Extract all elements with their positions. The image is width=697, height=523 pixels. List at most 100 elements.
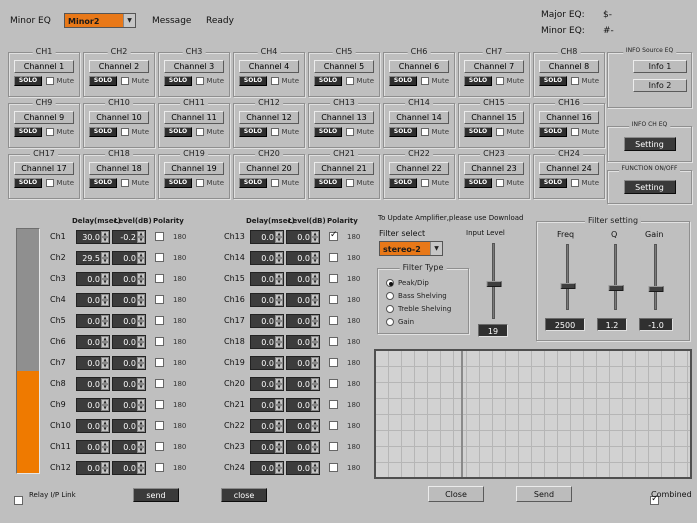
solo-button[interactable]: SOLO: [539, 178, 567, 188]
level-spinner[interactable]: 0.0▲▼: [286, 398, 320, 412]
polarity-checkbox[interactable]: [329, 379, 338, 388]
spinner-down-icon[interactable]: ▼: [101, 321, 109, 327]
polarity-checkbox[interactable]: [329, 253, 338, 262]
polarity-checkbox[interactable]: [155, 274, 164, 283]
level-spinner[interactable]: 0.0▲▼: [112, 419, 146, 433]
mute-checkbox[interactable]: [46, 179, 54, 187]
channel-button[interactable]: Channel 18: [89, 162, 149, 175]
level-spinner[interactable]: 0.0▲▼: [112, 251, 146, 265]
freq-slider[interactable]: [566, 244, 569, 310]
delay-spinner[interactable]: 0.0▲▼: [250, 440, 284, 454]
delay-spinner[interactable]: 29.5▲▼: [76, 251, 110, 265]
delay-spinner[interactable]: 0.0▲▼: [76, 419, 110, 433]
spinner-down-icon[interactable]: ▼: [275, 342, 283, 348]
polarity-checkbox[interactable]: [329, 337, 338, 346]
channel-button[interactable]: Channel 16: [539, 111, 599, 124]
polarity-checkbox[interactable]: [329, 232, 338, 241]
filter-type-option[interactable]: Treble Shelving: [386, 302, 468, 315]
channel-button[interactable]: Channel 15: [464, 111, 524, 124]
level-spinner[interactable]: 0.0▲▼: [286, 293, 320, 307]
spinner-down-icon[interactable]: ▼: [137, 405, 145, 411]
polarity-checkbox[interactable]: [329, 421, 338, 430]
solo-button[interactable]: SOLO: [239, 178, 267, 188]
polarity-checkbox[interactable]: [329, 295, 338, 304]
input-level-handle[interactable]: [486, 281, 501, 287]
spinner-down-icon[interactable]: ▼: [101, 384, 109, 390]
gain-slider[interactable]: [654, 244, 657, 310]
level-spinner[interactable]: 0.0▲▼: [112, 440, 146, 454]
polarity-checkbox[interactable]: [155, 337, 164, 346]
delay-spinner[interactable]: 0.0▲▼: [76, 356, 110, 370]
channel-button[interactable]: Channel 10: [89, 111, 149, 124]
mute-checkbox[interactable]: [346, 128, 354, 136]
eq-graph[interactable]: [374, 349, 692, 479]
level-spinner[interactable]: 0.0▲▼: [286, 272, 320, 286]
solo-button[interactable]: SOLO: [389, 178, 417, 188]
mute-checkbox[interactable]: [196, 179, 204, 187]
spinner-down-icon[interactable]: ▼: [275, 384, 283, 390]
polarity-checkbox[interactable]: [155, 442, 164, 451]
channel-button[interactable]: Channel 6: [389, 60, 449, 73]
spinner-down-icon[interactable]: ▼: [275, 426, 283, 432]
mute-checkbox[interactable]: [421, 128, 429, 136]
mute-checkbox[interactable]: [496, 128, 504, 136]
mute-checkbox[interactable]: [271, 77, 279, 85]
solo-button[interactable]: SOLO: [239, 127, 267, 137]
level-spinner[interactable]: -0.2▲▼: [112, 230, 146, 244]
polarity-checkbox[interactable]: [329, 400, 338, 409]
channel-button[interactable]: Channel 17: [14, 162, 74, 175]
polarity-checkbox[interactable]: [155, 400, 164, 409]
channel-button[interactable]: Channel 24: [539, 162, 599, 175]
channel-button[interactable]: Channel 4: [239, 60, 299, 73]
polarity-checkbox[interactable]: [155, 358, 164, 367]
spinner-down-icon[interactable]: ▼: [137, 426, 145, 432]
spinner-down-icon[interactable]: ▼: [101, 426, 109, 432]
relay-link-checkbox[interactable]: [14, 496, 23, 505]
polarity-checkbox[interactable]: [155, 379, 164, 388]
mute-checkbox[interactable]: [496, 179, 504, 187]
channel-button[interactable]: Channel 12: [239, 111, 299, 124]
spinner-down-icon[interactable]: ▼: [311, 342, 319, 348]
spinner-down-icon[interactable]: ▼: [311, 258, 319, 264]
solo-button[interactable]: SOLO: [89, 178, 117, 188]
solo-button[interactable]: SOLO: [164, 76, 192, 86]
delay-spinner[interactable]: 0.0▲▼: [76, 461, 110, 475]
level-spinner[interactable]: 0.0▲▼: [286, 440, 320, 454]
info2-button[interactable]: Info 2: [633, 79, 687, 92]
spinner-down-icon[interactable]: ▼: [101, 237, 109, 243]
gain-handle[interactable]: [648, 286, 663, 292]
mute-checkbox[interactable]: [196, 128, 204, 136]
solo-button[interactable]: SOLO: [464, 178, 492, 188]
delay-spinner[interactable]: 0.0▲▼: [250, 461, 284, 475]
close-button[interactable]: Close: [428, 486, 484, 502]
spinner-down-icon[interactable]: ▼: [101, 405, 109, 411]
close-small-button[interactable]: close: [221, 488, 267, 502]
polarity-checkbox[interactable]: [329, 463, 338, 472]
mute-checkbox[interactable]: [121, 179, 129, 187]
minor-eq-dropdown[interactable]: Minor2 ▼: [64, 13, 136, 28]
spinner-down-icon[interactable]: ▼: [311, 321, 319, 327]
spinner-down-icon[interactable]: ▼: [101, 300, 109, 306]
polarity-checkbox[interactable]: [329, 442, 338, 451]
mute-checkbox[interactable]: [571, 128, 579, 136]
polarity-checkbox[interactable]: [155, 232, 164, 241]
spinner-down-icon[interactable]: ▼: [137, 279, 145, 285]
spinner-down-icon[interactable]: ▼: [137, 468, 145, 474]
channel-button[interactable]: Channel 20: [239, 162, 299, 175]
level-spinner[interactable]: 0.0▲▼: [286, 314, 320, 328]
channel-button[interactable]: Channel 8: [539, 60, 599, 73]
channel-button[interactable]: Channel 5: [314, 60, 374, 73]
solo-button[interactable]: SOLO: [89, 76, 117, 86]
solo-button[interactable]: SOLO: [14, 76, 42, 86]
mute-checkbox[interactable]: [421, 77, 429, 85]
spinner-down-icon[interactable]: ▼: [311, 468, 319, 474]
send-button[interactable]: Send: [516, 486, 572, 502]
spinner-down-icon[interactable]: ▼: [101, 342, 109, 348]
level-spinner[interactable]: 0.0▲▼: [112, 293, 146, 307]
filter-type-option[interactable]: Gain: [386, 315, 468, 328]
mute-checkbox[interactable]: [346, 77, 354, 85]
solo-button[interactable]: SOLO: [314, 76, 342, 86]
spinner-down-icon[interactable]: ▼: [311, 363, 319, 369]
delay-spinner[interactable]: 0.0▲▼: [250, 398, 284, 412]
level-spinner[interactable]: 0.0▲▼: [286, 335, 320, 349]
